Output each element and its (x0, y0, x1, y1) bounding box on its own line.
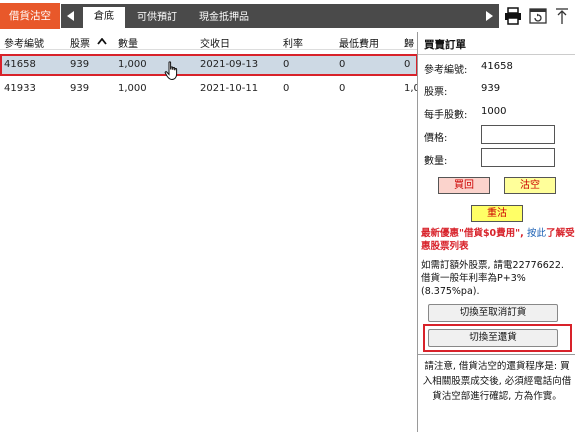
cell-stock: 939 (70, 59, 90, 70)
scroll-right-icon[interactable] (479, 4, 499, 28)
col-qty[interactable]: 數量 (118, 35, 138, 50)
ref-label: 參考編號: (424, 65, 468, 76)
tab-available-booking[interactable]: 可供預訂 (129, 8, 185, 28)
col-ref[interactable]: 參考編號 (4, 35, 44, 50)
col-min-fee[interactable]: 最低費用 (339, 35, 379, 50)
table-header: 參考編號 股票 數量 交收日 利率 最低費用 歸 (0, 32, 418, 50)
divider (418, 354, 575, 355)
lot-size-label: 每手股數: (424, 110, 468, 121)
short-sell-button[interactable]: 沽空 (504, 177, 556, 194)
tab-cash-collateral[interactable]: 現金抵押品 (189, 8, 259, 28)
return-notice: 請注意, 借貨沽空的還貨程序是: 買入相關股票成交後, 必須經電話向借貨沽空部進… (422, 361, 572, 402)
cell-settle-date: 2021-10-11 (200, 83, 259, 94)
cell-ref: 41933 (4, 83, 36, 94)
price-label: 價格: (424, 133, 448, 144)
print-icon[interactable] (503, 6, 523, 26)
ref-value: 41658 (481, 61, 513, 72)
promo-link[interactable]: 按此 (527, 228, 546, 239)
divider (418, 54, 575, 55)
switch-to-cancel-order-button[interactable]: 切換至取消訂貨 (428, 304, 558, 322)
info-text: 如需訂額外股票, 請電22776622. 借貨一般年利率為P+3% (8.375… (421, 259, 575, 298)
rate-info: 借貨一般年利率為P+3% (8.375%pa). (421, 273, 526, 297)
quantity-label: 數量: (424, 156, 448, 167)
switch-to-return-stock-button[interactable]: 切換至還貨 (428, 329, 558, 347)
tab-position[interactable]: 倉底 (83, 7, 125, 28)
extra-stock-info: 如需訂額外股票, 請電22776622. (421, 260, 564, 271)
reset-short-button[interactable]: 重沽 (471, 205, 523, 222)
scroll-left-icon[interactable] (61, 4, 81, 28)
cell-ref: 41658 (4, 59, 36, 70)
cell-rate: 0 (283, 59, 290, 70)
table-row[interactable]: 41658 939 1,000 2021-09-13 0 0 0 (0, 54, 418, 76)
lot-size-value: 1000 (481, 106, 507, 117)
cell-min-fee: 0 (339, 83, 346, 94)
cell-rate: 0 (283, 83, 290, 94)
top-bar: 借貨沽空 倉底 可供預訂 現金抵押品 (0, 0, 575, 32)
tab-strip: 倉底 可供預訂 現金抵押品 (61, 4, 499, 28)
price-input[interactable] (481, 125, 555, 144)
order-panel: 買賣訂單 參考編號: 41658 股票: 939 每手股數: 1000 價格: … (417, 32, 575, 432)
table-row[interactable]: 41933 939 1,000 2021-10-11 0 0 1,0 (0, 78, 420, 100)
hand-cursor-icon (164, 61, 178, 81)
col-settle-date[interactable]: 交收日 (200, 35, 230, 50)
pin-icon[interactable] (552, 6, 572, 26)
buyback-button[interactable]: 買回 (438, 177, 490, 194)
sort-up-icon[interactable] (97, 38, 107, 45)
stock-value: 939 (481, 83, 501, 94)
col-stock[interactable]: 股票 (70, 35, 90, 50)
quantity-input[interactable] (481, 148, 555, 167)
cell-truncated: 0 (404, 59, 411, 70)
stock-label: 股票: (424, 87, 448, 98)
panel-title: 買賣訂單 (424, 39, 466, 51)
col-rate[interactable]: 利率 (283, 35, 303, 50)
cell-settle-date: 2021-09-13 (200, 59, 259, 70)
cell-qty: 1,000 (118, 59, 147, 70)
promo-text-part1: 最新優惠"借貨$0費用", (421, 228, 528, 239)
cell-stock: 939 (70, 83, 90, 94)
col-truncated[interactable]: 歸 (404, 35, 414, 50)
cell-min-fee: 0 (339, 59, 346, 70)
app-badge: 借貨沽空 (0, 3, 60, 29)
cell-qty: 1,000 (118, 83, 147, 94)
refresh-icon[interactable] (528, 6, 548, 26)
promo-text: 最新優惠"借貨$0費用", 按此了解受惠股票列表 (421, 228, 575, 253)
